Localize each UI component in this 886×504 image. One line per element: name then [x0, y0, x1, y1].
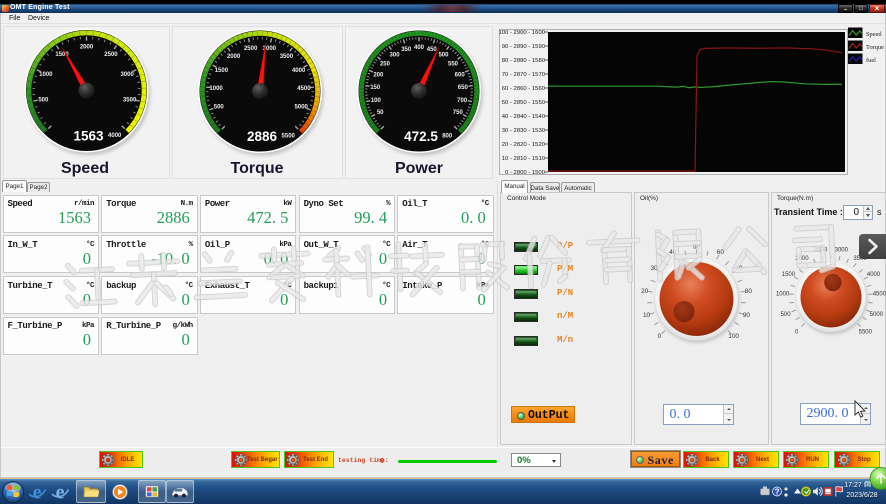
svg-text:70 - 2870 - 1570: 70 - 2870 - 1570 [502, 72, 546, 78]
svg-text:80 - 2880 - 1580: 80 - 2880 - 1580 [502, 58, 546, 64]
svg-text:10 - 2810 - 1510: 10 - 2810 - 1510 [502, 156, 546, 162]
svg-text:Speed: Speed [866, 31, 882, 38]
svg-text:50 - 2850 - 1550: 50 - 2850 - 1550 [502, 100, 546, 106]
svg-text:Torque: Torque [866, 44, 884, 51]
svg-text:0 - 2800 - 1500: 0 - 2800 - 1500 [505, 170, 546, 176]
svg-text:90 - 2890 - 1590: 90 - 2890 - 1590 [502, 44, 546, 50]
svg-text:60 - 2860 - 1560: 60 - 2860 - 1560 [502, 86, 546, 92]
svg-text:fuel: fuel [866, 57, 876, 64]
svg-text:?: ? [775, 487, 780, 496]
svg-text:40 - 2840 - 1540: 40 - 2840 - 1540 [502, 114, 546, 120]
svg-text:20 - 2820 - 1520: 20 - 2820 - 1520 [502, 142, 546, 148]
svg-text:100 - 2900 - 1600: 100 - 2900 - 1600 [498, 30, 545, 36]
svg-text:30 - 2830 - 1530: 30 - 2830 - 1530 [502, 128, 546, 134]
